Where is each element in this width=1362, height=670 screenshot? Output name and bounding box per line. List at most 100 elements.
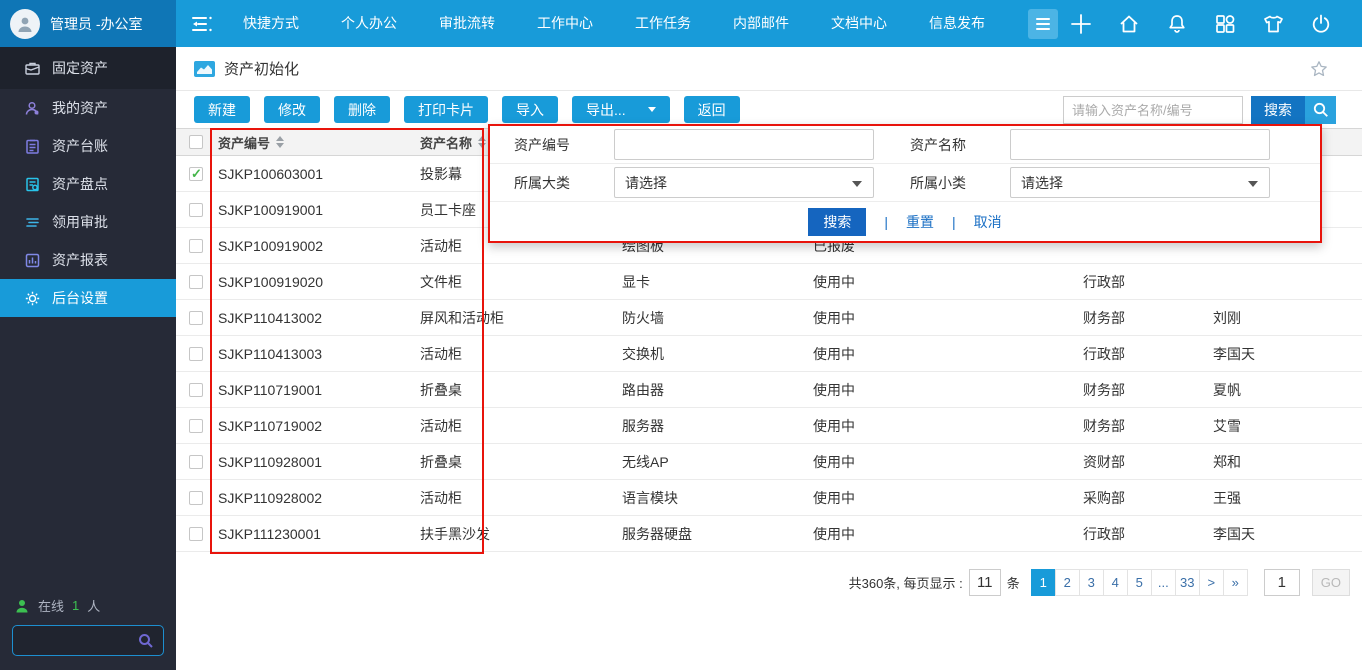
filter-cancel-link[interactable]: 取消: [974, 212, 1002, 232]
page-button-3[interactable]: 3: [1079, 569, 1104, 596]
page-button-1[interactable]: 1: [1031, 569, 1056, 596]
row-checkbox[interactable]: [189, 275, 203, 289]
power-logout-icon[interactable]: [1308, 11, 1334, 37]
sort-icon[interactable]: [276, 136, 284, 148]
subcategory-select[interactable]: 请选择: [1010, 167, 1270, 198]
column-header-asset-code[interactable]: 资产编号: [218, 133, 270, 152]
user-block[interactable]: 管理员 -办公室: [0, 0, 176, 47]
nav-item-work-center[interactable]: 工作中心: [516, 0, 614, 47]
row-checkbox[interactable]: [189, 311, 203, 325]
last-page-icon[interactable]: »: [1223, 569, 1248, 596]
goto-page-input[interactable]: [1264, 569, 1300, 596]
filter-search-button[interactable]: 搜索: [808, 208, 866, 236]
sidebar-item-requisition-approval[interactable]: 领用审批: [0, 203, 176, 241]
clipboard-icon: [24, 138, 41, 155]
sidebar-item-backend-settings[interactable]: 后台设置: [0, 279, 176, 317]
nav-item-internal-mail[interactable]: 内部邮件: [712, 0, 810, 47]
new-button[interactable]: 新建: [194, 96, 250, 123]
cell-asset-code: SJKP111230001: [216, 526, 418, 542]
nav-item-document-center[interactable]: 文档中心: [810, 0, 908, 47]
nav-item-info-publish[interactable]: 信息发布: [908, 0, 1006, 47]
row-checkbox[interactable]: [189, 419, 203, 433]
table-row[interactable]: SJKP110928001 折叠桌 无线AP 使用中 资财部 郑和: [176, 444, 1362, 480]
nav-item-approval-flow[interactable]: 审批流转: [418, 0, 516, 47]
table-row[interactable]: SJKP100919020 文件柜 显卡 使用中 行政部: [176, 264, 1362, 300]
row-checkbox[interactable]: [189, 527, 203, 541]
page-title: 资产初始化: [224, 58, 299, 79]
chevron-down-icon: [852, 181, 862, 187]
row-checkbox[interactable]: [189, 383, 203, 397]
cell-item: 无线AP: [620, 452, 811, 472]
favorite-star-icon[interactable]: [1310, 60, 1328, 78]
list-lines-icon: [24, 214, 41, 231]
table-row[interactable]: SJKP111230001 扶手黑沙发 服务器硬盘 使用中 行政部 李国天: [176, 516, 1362, 552]
delete-button[interactable]: 删除: [334, 96, 390, 123]
sidebar-item-fixed-assets[interactable]: 固定资产: [0, 47, 176, 89]
pagination-total-label: 共360条, 每页显示 :: [849, 573, 963, 592]
cell-department: 行政部: [1081, 272, 1211, 292]
menu-collapse-icon[interactable]: [182, 0, 222, 47]
next-page-icon[interactable]: >: [1199, 569, 1224, 596]
page-button-4[interactable]: 4: [1103, 569, 1128, 596]
page-button-5[interactable]: 5: [1127, 569, 1152, 596]
sidebar-item-asset-reports[interactable]: 资产报表: [0, 241, 176, 279]
filter-reset-link[interactable]: 重置: [906, 212, 934, 232]
sidebar-item-asset-inventory[interactable]: 资产盘点: [0, 165, 176, 203]
row-checkbox[interactable]: [189, 455, 203, 469]
column-header-asset-name[interactable]: 资产名称: [420, 133, 472, 152]
edit-button[interactable]: 修改: [264, 96, 320, 123]
divider: |: [884, 214, 888, 230]
cell-item: 交换机: [620, 344, 811, 364]
add-icon[interactable]: [1068, 11, 1094, 37]
row-checkbox[interactable]: [189, 347, 203, 361]
sort-icon[interactable]: [478, 136, 486, 148]
export-label: 导出...: [586, 100, 626, 120]
page-size-input[interactable]: [969, 569, 1001, 596]
table-row[interactable]: SJKP110719001 折叠桌 路由器 使用中 财务部 夏帆: [176, 372, 1362, 408]
cell-person: 艾雪: [1211, 416, 1362, 436]
more-menu-icon[interactable]: [1028, 9, 1058, 39]
cell-status: 使用中: [811, 488, 1081, 508]
export-dropdown-button[interactable]: 导出...: [572, 96, 670, 123]
user-avatar-icon: [10, 9, 40, 39]
apps-grid-icon[interactable]: [1212, 11, 1238, 37]
import-button[interactable]: 导入: [502, 96, 558, 123]
select-all-checkbox[interactable]: [189, 135, 203, 149]
table-row[interactable]: SJKP110413002 屏风和活动柜 防火墙 使用中 财务部 刘刚: [176, 300, 1362, 336]
home-icon[interactable]: [1116, 11, 1142, 37]
quick-search-input[interactable]: [1063, 96, 1243, 124]
sidebar-item-asset-ledger[interactable]: 资产台账: [0, 127, 176, 165]
row-checkbox[interactable]: [189, 239, 203, 253]
back-button[interactable]: 返回: [684, 96, 740, 123]
quick-search-group: 搜索: [1063, 96, 1336, 124]
row-checkbox[interactable]: [189, 167, 203, 181]
sidebar-item-my-assets[interactable]: 我的资产: [0, 89, 176, 127]
cell-asset-code: SJKP110928002: [216, 490, 418, 506]
category-select[interactable]: 请选择: [614, 167, 874, 198]
theme-shirt-icon[interactable]: [1260, 11, 1286, 37]
page-button-2[interactable]: 2: [1055, 569, 1080, 596]
print-card-button[interactable]: 打印卡片: [404, 96, 488, 123]
advanced-search-icon[interactable]: [1305, 96, 1336, 124]
cell-item: 服务器: [620, 416, 811, 436]
cell-department: 财务部: [1081, 380, 1211, 400]
app-window: 管理员 -办公室 快捷方式 个人办公 审批流转 工作中心 工作任务 内部邮件 文…: [0, 0, 1362, 670]
table-row[interactable]: SJKP110413003 活动柜 交换机 使用中 行政部 李国天: [176, 336, 1362, 372]
quick-search-button[interactable]: 搜索: [1251, 96, 1305, 124]
notifications-bell-icon[interactable]: [1164, 11, 1190, 37]
page-button-33[interactable]: 33: [1175, 569, 1200, 596]
sidebar-item-label: 资产报表: [52, 250, 108, 270]
table-row[interactable]: SJKP110719002 活动柜 服务器 使用中 财务部 艾雪: [176, 408, 1362, 444]
nav-item-personal-office[interactable]: 个人办公: [320, 0, 418, 47]
row-checkbox[interactable]: [189, 203, 203, 217]
online-count: 1: [72, 598, 79, 613]
nav-item-work-tasks[interactable]: 工作任务: [614, 0, 712, 47]
asset-code-input[interactable]: [614, 129, 874, 160]
row-checkbox[interactable]: [189, 491, 203, 505]
go-button[interactable]: GO: [1312, 569, 1350, 596]
sidebar-search-icon[interactable]: [137, 632, 155, 650]
asset-name-input[interactable]: [1010, 129, 1270, 160]
cell-status: 使用中: [811, 452, 1081, 472]
nav-item-shortcuts[interactable]: 快捷方式: [222, 0, 320, 47]
table-row[interactable]: SJKP110928002 活动柜 语言模块 使用中 采购部 王强: [176, 480, 1362, 516]
